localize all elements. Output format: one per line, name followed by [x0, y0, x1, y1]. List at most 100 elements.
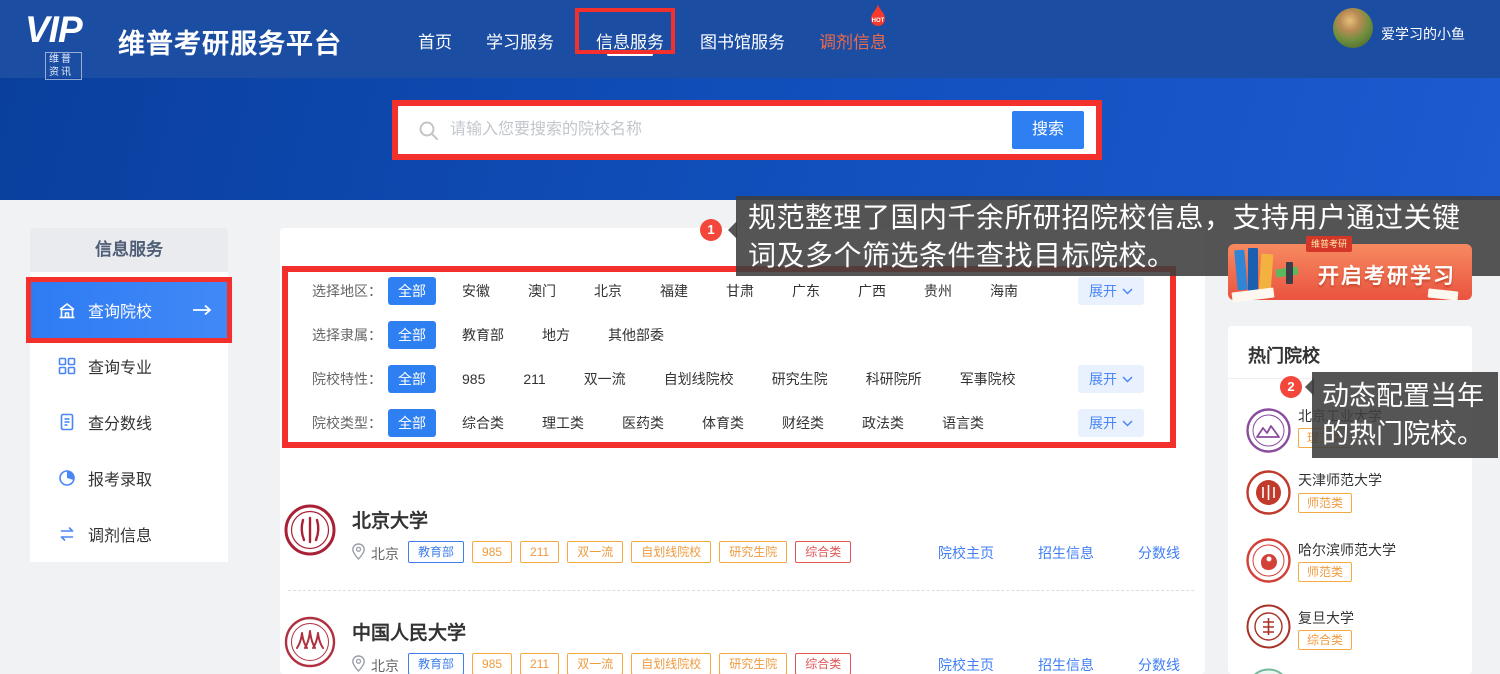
- exchange-arrows-icon: [58, 525, 76, 543]
- filter-option[interactable]: 贵州: [924, 277, 952, 305]
- hot-university-name[interactable]: 哈尔滨师范大学: [1298, 540, 1396, 560]
- tag: 双一流: [567, 541, 623, 563]
- link-university-homepage[interactable]: 院校主页: [938, 543, 994, 563]
- expand-label: 展开: [1089, 369, 1117, 389]
- filter-option[interactable]: 211: [523, 365, 545, 393]
- search-input[interactable]: [450, 106, 990, 154]
- filter-option[interactable]: 广西: [858, 277, 886, 305]
- filter-option[interactable]: 语言类: [942, 409, 984, 437]
- tag: 综合类: [795, 653, 851, 674]
- filter-feature-options: 985 211 双一流 自划线院校 研究生院 科研院所 军事院校: [462, 365, 1016, 393]
- chevron-down-icon: [1122, 288, 1133, 295]
- filter-region-expand[interactable]: 展开: [1078, 277, 1144, 305]
- filter-feature-expand[interactable]: 展开: [1078, 365, 1144, 393]
- sidebar-item-query-university[interactable]: 查询院校: [30, 282, 228, 338]
- filter-option[interactable]: 甘肃: [726, 277, 754, 305]
- hot-university-tag: 师范类: [1298, 562, 1352, 582]
- filter-option[interactable]: 科研院所: [866, 365, 922, 393]
- search-button[interactable]: 搜索: [1012, 111, 1084, 149]
- pie-chart-icon: [58, 469, 76, 487]
- university-name[interactable]: 中国人民大学: [352, 618, 466, 645]
- sidebar-item-label: 报考录取: [88, 466, 152, 490]
- link-score-line[interactable]: 分数线: [1138, 655, 1180, 674]
- filter-option[interactable]: 自划线院校: [664, 365, 734, 393]
- promo-ribbon: 维普考研: [1306, 236, 1352, 252]
- tag: 教育部: [408, 653, 464, 674]
- filter-option[interactable]: 综合类: [462, 409, 504, 437]
- university-tags: 教育部 985 211 双一流 自划线院校 研究生院 综合类: [408, 653, 851, 674]
- filter-option[interactable]: 其他部委: [608, 321, 664, 349]
- filter-option[interactable]: 财经类: [782, 409, 824, 437]
- link-score-line[interactable]: 分数线: [1138, 543, 1180, 563]
- document-icon: [58, 413, 76, 431]
- annotation-badge-1: 1: [700, 219, 722, 241]
- tag: 研究生院: [719, 541, 787, 563]
- annotation-badge-2: 2: [1280, 376, 1302, 398]
- link-university-homepage[interactable]: 院校主页: [938, 655, 994, 674]
- filter-type-all[interactable]: 全部: [388, 409, 436, 437]
- filter-label-type: 院校类型：: [312, 409, 382, 437]
- university-logo-ruc: [284, 616, 336, 668]
- filter-option[interactable]: 体育类: [702, 409, 744, 437]
- tag: 自划线院校: [631, 541, 711, 563]
- filter-type-expand[interactable]: 展开: [1078, 409, 1144, 437]
- chevron-down-icon: [1122, 420, 1133, 427]
- hot-university-logo: [1246, 408, 1291, 453]
- filter-option[interactable]: 理工类: [542, 409, 584, 437]
- hot-university-name[interactable]: 复旦大学: [1298, 608, 1354, 628]
- hot-flame-icon: HOT: [867, 3, 889, 29]
- filter-label-region: 选择地区：: [312, 277, 382, 305]
- filter-option[interactable]: 985: [462, 365, 485, 393]
- filter-type-options: 综合类 理工类 医药类 体育类 财经类 政法类 语言类: [462, 409, 984, 437]
- filter-affiliation-options: 教育部 地方 其他部委: [462, 321, 664, 349]
- filter-option[interactable]: 海南: [990, 277, 1018, 305]
- hot-badge-text: HOT: [872, 18, 885, 24]
- promo-banner-start-learning[interactable]: 开启考研学习: [1228, 244, 1472, 300]
- sidebar-item-query-score-line[interactable]: 查分数线: [30, 394, 228, 450]
- tag: 自划线院校: [631, 653, 711, 674]
- nav-adjustment-info[interactable]: 调剂信息: [819, 28, 887, 53]
- filter-option[interactable]: 地方: [542, 321, 570, 349]
- nav-study-services[interactable]: 学习服务: [486, 28, 554, 53]
- nav-info-services[interactable]: 信息服务: [596, 28, 664, 53]
- chevron-down-icon: [1122, 376, 1133, 383]
- filter-option[interactable]: 政法类: [862, 409, 904, 437]
- hot-university-tag: 综合类: [1298, 630, 1352, 650]
- filter-option[interactable]: 福建: [660, 277, 688, 305]
- university-city: 北京: [371, 656, 399, 674]
- sidebar-item-label: 查询院校: [88, 298, 152, 322]
- user-avatar[interactable]: [1333, 8, 1373, 48]
- filter-region-all[interactable]: 全部: [388, 277, 436, 305]
- logo-vip-text: VIP: [25, 10, 82, 50]
- filter-option[interactable]: 安徽: [462, 277, 490, 305]
- university-city: 北京: [371, 544, 399, 564]
- site-title: 维普考研服务平台: [118, 22, 342, 61]
- nav-active-underline: [607, 53, 653, 56]
- filter-option[interactable]: 医药类: [622, 409, 664, 437]
- hot-university-name[interactable]: 天津师范大学: [1298, 470, 1382, 490]
- sidebar-item-query-major[interactable]: 查询专业: [30, 338, 228, 394]
- username[interactable]: 爱学习的小鱼: [1381, 24, 1465, 44]
- sidebar-item-label: 查询专业: [88, 354, 152, 378]
- link-admission-info[interactable]: 招生信息: [1038, 655, 1094, 674]
- filter-feature-all[interactable]: 全部: [388, 365, 436, 393]
- link-admission-info[interactable]: 招生信息: [1038, 543, 1094, 563]
- site-logo[interactable]: VIP 维普资讯: [25, 10, 82, 50]
- university-logo-pku: [284, 504, 336, 556]
- filter-option[interactable]: 教育部: [462, 321, 504, 349]
- sidebar-item-adjustment-info[interactable]: 调剂信息: [30, 506, 228, 562]
- nav-library-services[interactable]: 图书馆服务: [700, 28, 785, 53]
- sidebar-item-application-admission[interactable]: 报考录取: [30, 450, 228, 506]
- filter-option[interactable]: 广东: [792, 277, 820, 305]
- university-name[interactable]: 北京大学: [352, 506, 428, 533]
- filter-option[interactable]: 研究生院: [772, 365, 828, 393]
- filter-option[interactable]: 双一流: [584, 365, 626, 393]
- filter-affiliation-all[interactable]: 全部: [388, 321, 436, 349]
- header-bar: VIP 维普资讯 维普考研服务平台 首页 学习服务 信息服务 图书馆服务 调剂信…: [0, 0, 1500, 78]
- tag: 综合类: [795, 541, 851, 563]
- filter-option[interactable]: 澳门: [528, 277, 556, 305]
- filter-option[interactable]: 军事院校: [960, 365, 1016, 393]
- book-shape: [1259, 254, 1274, 293]
- nav-home[interactable]: 首页: [418, 28, 452, 53]
- filter-option[interactable]: 北京: [594, 277, 622, 305]
